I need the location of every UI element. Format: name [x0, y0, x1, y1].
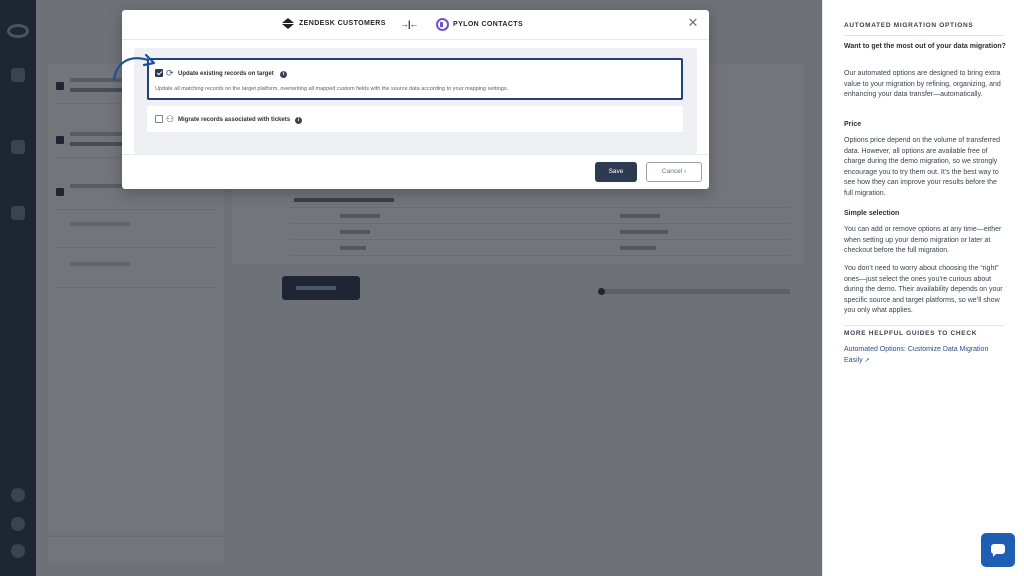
option-title: Update existing records on target — [178, 71, 274, 77]
cancel-label: Cancel — [661, 168, 683, 175]
chat-bubble-icon — [991, 544, 1005, 557]
target-platform: PYLON CONTACTS — [436, 18, 523, 31]
worry-text: You don’t need to worry about choosing t… — [844, 265, 1003, 314]
cancel-button[interactable]: Cancel › — [646, 162, 702, 182]
save-button[interactable]: Save — [595, 162, 637, 182]
price-heading: Price — [844, 121, 862, 128]
panel-heading: AUTOMATED MIGRATION OPTIONS — [844, 22, 974, 29]
target-platform-label: PYLON CONTACTS — [453, 21, 524, 28]
selection-heading: Simple selection — [844, 210, 900, 217]
options-list: ⟳ Update existing records on target i Up… — [134, 48, 697, 154]
guide-link[interactable]: Automated Options: Customize Data Migrat… — [844, 345, 1006, 366]
pylon-logo-icon — [436, 18, 449, 31]
info-icon[interactable]: i — [295, 117, 302, 124]
price-text: Options price depend on the volume of tr… — [844, 137, 1001, 197]
option-title: Migrate records associated with tickets — [178, 117, 291, 123]
sync-icon: ⟳ — [166, 68, 174, 78]
zendesk-logo-icon — [282, 18, 295, 29]
panel-question: Want to get the most out of your data mi… — [844, 43, 1006, 50]
option-migrate-associated-records[interactable]: ⚇ Migrate records associated with ticket… — [147, 106, 683, 132]
selection-text: You can add or remove options at any tim… — [844, 226, 1002, 254]
cancel-arrow-icon: › — [683, 168, 687, 175]
modal-footer: Save Cancel › — [122, 154, 709, 189]
panel-intro: Our automated options are designed to br… — [844, 70, 1001, 98]
related-records-icon: ⚇ — [166, 114, 175, 124]
info-icon[interactable]: i — [280, 71, 287, 78]
migration-direction-icon: →|← — [400, 19, 419, 29]
callout-arrow-icon — [112, 53, 156, 82]
automated-options-modal: ZENDESK CUSTOMERS →|← PYLON CONTACTS ✕ ⟳… — [122, 10, 709, 189]
panel-divider — [844, 35, 1004, 36]
option-update-existing-records[interactable]: ⟳ Update existing records on target i Up… — [147, 58, 683, 100]
option-checkbox[interactable] — [155, 115, 163, 123]
modal-header: ZENDESK CUSTOMERS →|← PYLON CONTACTS ✕ — [122, 10, 709, 40]
close-icon[interactable]: ✕ — [686, 16, 700, 30]
source-platform-label: ZENDESK CUSTOMERS — [299, 20, 386, 27]
external-link-icon: ↗ — [864, 357, 870, 364]
option-description: Update all matching records on the targe… — [155, 86, 509, 92]
panel-divider — [844, 325, 1004, 326]
source-platform: ZENDESK CUSTOMERS — [282, 18, 386, 29]
guides-heading: MORE HELPFUL GUIDES TO CHECK — [844, 330, 978, 337]
help-panel: AUTOMATED MIGRATION OPTIONS Want to get … — [822, 0, 1024, 576]
chat-launcher-button[interactable] — [981, 533, 1015, 567]
